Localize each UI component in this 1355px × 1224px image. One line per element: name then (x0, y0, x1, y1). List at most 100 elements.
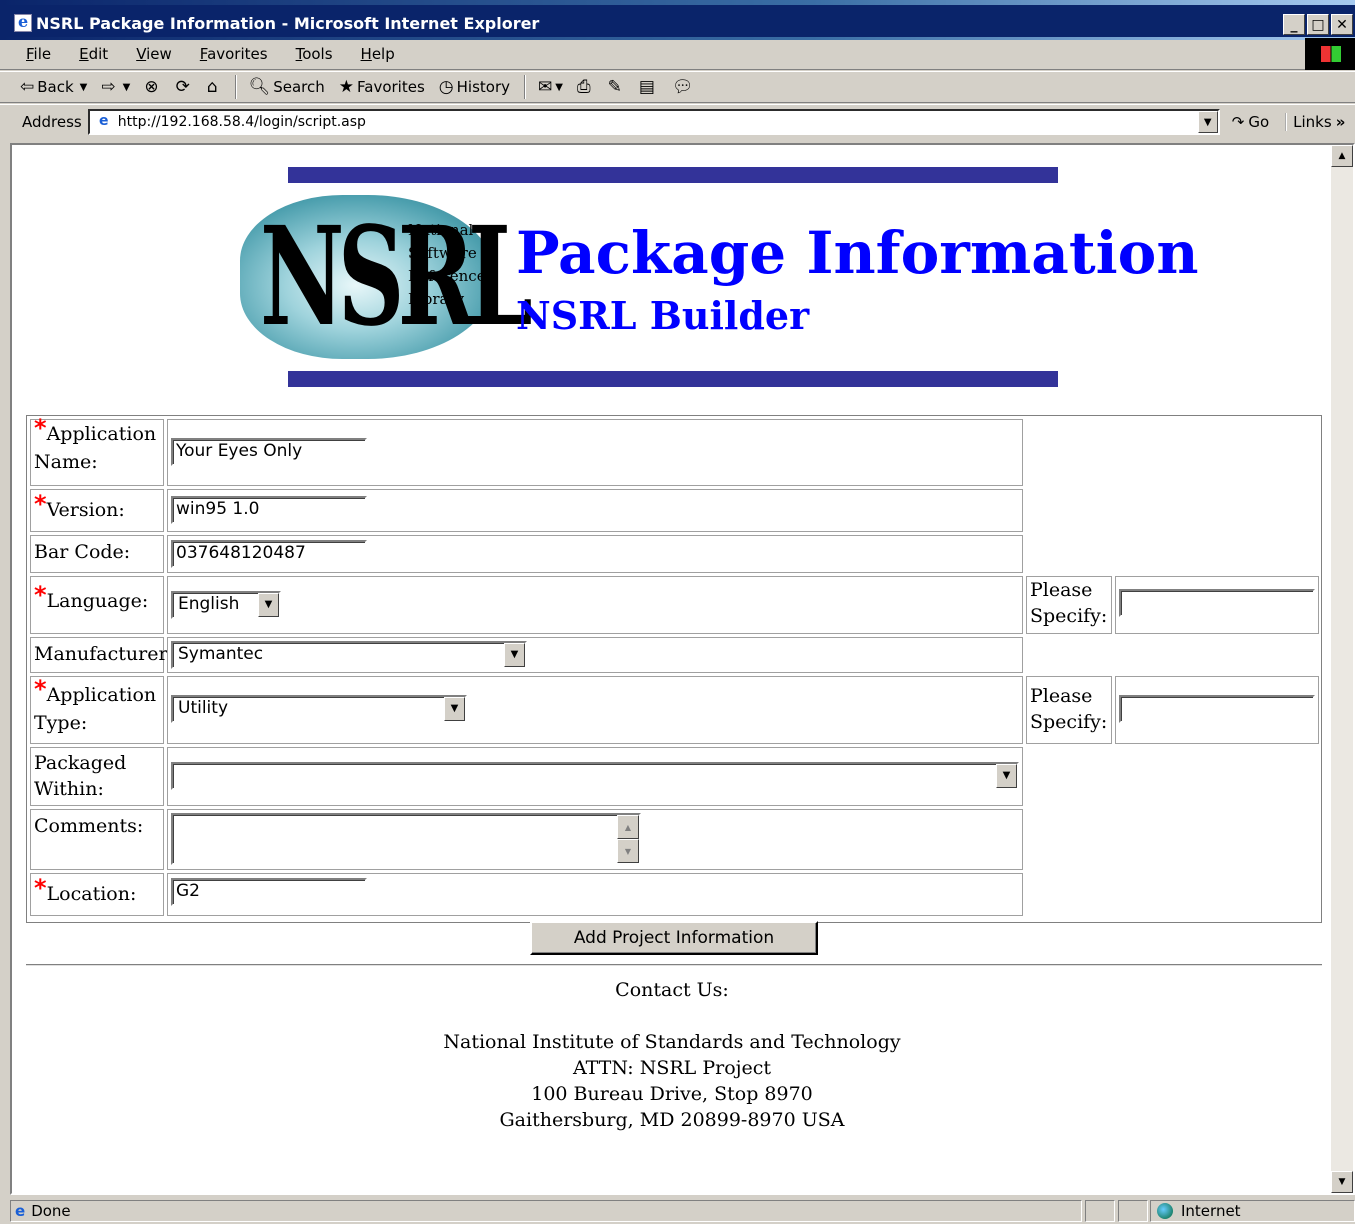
forward-button[interactable]: ⇨ ▼ (101, 77, 130, 97)
contact-heading: Contact Us: (615, 979, 729, 1001)
discuss-icon: ▤ (638, 77, 655, 97)
close-button[interactable]: ✕ (1331, 14, 1353, 35)
back-button[interactable]: ⇦ Back ▼ (20, 77, 87, 97)
maximize-button[interactable]: □ (1307, 14, 1329, 35)
contact-line: National Institute of Standards and Tech… (443, 1031, 901, 1053)
history-button[interactable]: ◷ History (439, 77, 510, 97)
stop-button[interactable]: ⊗ (144, 77, 161, 97)
comments-field-cell: ▲ ▼ (167, 809, 1023, 870)
edit-button[interactable]: ✎ (608, 77, 625, 97)
ie-icon (14, 12, 32, 32)
version-input[interactable]: win95 1.0 (171, 496, 367, 524)
contact-line: 100 Bureau Drive, Stop 8970 (531, 1083, 813, 1105)
location-field-cell: G2 (167, 873, 1023, 916)
scroll-up-icon[interactable]: ▲ (617, 815, 639, 839)
messenger-button[interactable]: 💬︎ (672, 77, 697, 97)
minimize-button[interactable]: _ (1283, 14, 1305, 35)
app-type-select[interactable]: Utility ▼ (171, 695, 467, 723)
location-label: *Location: (34, 874, 137, 905)
app-name-input[interactable]: Your Eyes Only (171, 438, 367, 466)
language-specify-input[interactable] (1119, 589, 1315, 617)
discuss-button[interactable]: ▤ (639, 77, 658, 97)
links-button[interactable]: Links (1285, 113, 1332, 131)
page-icon: e (99, 113, 109, 129)
page-title: Package Information (516, 219, 1199, 287)
language-specify-field-cell (1115, 576, 1319, 634)
location-input[interactable]: G2 (171, 878, 367, 906)
barcode-input[interactable]: 037648120487 (171, 540, 367, 568)
app-type-specify-input[interactable] (1119, 695, 1315, 723)
windows-logo-icon (1305, 38, 1355, 70)
logo-words: National Software Reference Library (408, 219, 486, 311)
app-type-specify-field-cell (1115, 676, 1319, 744)
chevron-down-icon[interactable]: ▼ (996, 764, 1017, 788)
scroll-down-icon[interactable]: ▼ (1331, 1171, 1353, 1193)
forward-dropdown-icon[interactable]: ▼ (123, 82, 131, 93)
address-input[interactable]: e http://192.168.58.4/login/script.asp ▼ (87, 109, 1220, 135)
search-icon: 🔍︎ (248, 77, 271, 97)
go-label: Go (1248, 113, 1270, 131)
version-field-cell: win95 1.0 (167, 489, 1023, 532)
barcode-label-cell: Bar Code: (30, 535, 164, 573)
toolbar: ⇦ Back ▼ ⇨ ▼ ⊗ ⟳ ⌂ 🔍︎ Search ★ Favorites… (0, 71, 1355, 103)
menu-edit[interactable]: Edit (73, 45, 114, 63)
page-scrollbar[interactable]: ▲ ▼ (1331, 145, 1353, 1193)
refresh-button[interactable]: ⟳ (176, 77, 193, 97)
favorites-button[interactable]: ★ Favorites (339, 77, 425, 97)
manufacturer-select[interactable]: Symantec ▼ (171, 641, 527, 669)
status-bar: e Done Internet (0, 1198, 1355, 1224)
language-select[interactable]: English ▼ (171, 591, 281, 619)
status-main: e Done (10, 1200, 1082, 1222)
menu-tools[interactable]: Tools (290, 45, 339, 63)
favorites-label: Favorites (357, 78, 425, 96)
favorites-icon: ★ (338, 77, 355, 97)
packaged-label: Packaged Within: (34, 752, 127, 800)
nsrl-logo: NSRL National Software Reference Library (240, 191, 533, 361)
go-button[interactable]: ↷ Go (1232, 113, 1269, 131)
scroll-down-icon[interactable]: ▼ (617, 839, 639, 863)
chevron-down-icon[interactable]: ▼ (444, 697, 465, 721)
comments-label: Comments: (34, 815, 144, 837)
chevron-down-icon[interactable]: ▼ (258, 593, 279, 617)
back-dropdown-icon[interactable]: ▼ (80, 82, 88, 93)
status-pane (1085, 1200, 1115, 1222)
logo-letters: NSRL (260, 197, 533, 357)
add-project-button[interactable]: Add Project Information (530, 921, 818, 955)
scroll-up-icon[interactable]: ▲ (1331, 145, 1353, 167)
title-bar-inner: NSRL Package Information - Microsoft Int… (0, 5, 1355, 37)
menu-view[interactable]: View (130, 45, 178, 63)
comments-textarea[interactable]: ▲ ▼ (171, 813, 641, 865)
print-button[interactable]: ⎙ (577, 77, 594, 97)
language-field-cell: English ▼ (167, 576, 1023, 634)
menu-help[interactable]: Help (355, 45, 401, 63)
app-type-field-cell: Utility ▼ (167, 676, 1023, 744)
packaged-select[interactable]: ▼ (171, 762, 1019, 790)
menu-favorites[interactable]: Favorites (194, 45, 274, 63)
mail-button[interactable]: ✉ ▼ (538, 77, 563, 97)
search-button[interactable]: 🔍︎ Search (249, 77, 325, 97)
history-label: History (456, 78, 510, 96)
home-button[interactable]: ⌂ (207, 77, 221, 97)
window-title: NSRL Package Information - Microsoft Int… (36, 14, 540, 33)
address-dropdown-icon[interactable]: ▼ (1197, 111, 1218, 133)
version-label: *Version: (34, 490, 125, 521)
page-subtitle: NSRL Builder (516, 293, 810, 338)
page-done-icon: e (15, 1202, 26, 1220)
manufacturer-selected: Symantec (178, 644, 264, 664)
location-label-cell: *Location: (30, 873, 164, 916)
app-type-label-cell: *Application Type: (30, 676, 164, 744)
toolbar-separator (524, 75, 526, 99)
app-name-label-cell: *Application Name: (30, 416, 164, 486)
chevron-down-icon[interactable]: ▼ (504, 643, 525, 667)
history-icon: ◷ (438, 77, 454, 97)
menu-file[interactable]: File (20, 45, 57, 63)
logo-word: Library (408, 290, 465, 308)
status-pane (1118, 1200, 1148, 1222)
zone-text: Internet (1181, 1202, 1241, 1220)
package-form: *Application Name: Your Eyes Only *Versio… (26, 415, 1322, 923)
contact-line: ATTN: NSRL Project (572, 1057, 772, 1079)
refresh-icon: ⟳ (175, 77, 190, 97)
comments-scrollbar[interactable]: ▲ ▼ (617, 815, 639, 863)
chevron-right-icon[interactable]: » (1336, 113, 1346, 131)
packaged-field-cell: ▼ (167, 747, 1023, 806)
